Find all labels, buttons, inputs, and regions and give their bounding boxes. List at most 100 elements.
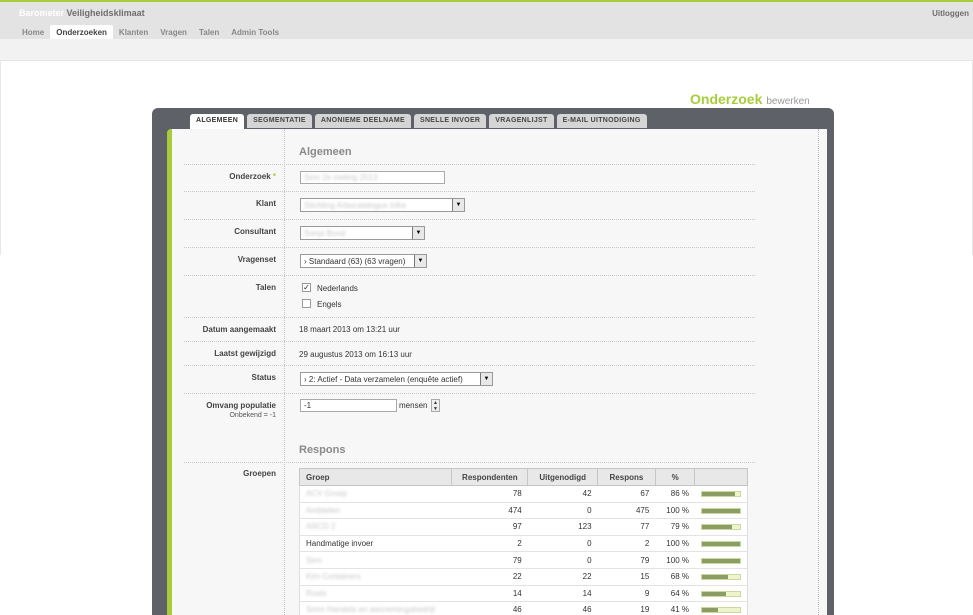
cell-respondents: 97 (451, 518, 528, 536)
cell-bar (694, 568, 748, 586)
response-bar (700, 574, 741, 581)
chevron-down-icon: ▼ (452, 199, 464, 211)
tab-algemeen[interactable]: ALGEMEEN (190, 114, 245, 129)
checkbox-nederlands[interactable]: ✓ (302, 283, 311, 292)
cell-respondents: 78 (451, 485, 528, 503)
cell-percentage: 86 % (655, 485, 695, 503)
group-name: Roels (306, 588, 327, 598)
col-percentage[interactable]: % (654, 468, 696, 486)
response-bar-fill (701, 575, 728, 580)
vragenset-value: › Standaard (63) (63 vragen) (304, 257, 406, 266)
cell-respondents: 14 (451, 585, 528, 603)
brand-part-1: Barometer (19, 8, 65, 18)
col-uitgenodigd[interactable]: Uitgenodigd (527, 468, 599, 486)
table-row[interactable]: ARCD 2 97 123 77 79 % (298, 518, 748, 536)
row-separator (184, 462, 755, 463)
table-row[interactable]: Kim Containers 22 22 15 68 % (298, 568, 748, 586)
row-separator (184, 247, 755, 248)
row-separator (184, 317, 755, 318)
response-bar (700, 590, 741, 597)
tab-anonieme-deelname[interactable]: ANONIEME DEELNAME (314, 114, 411, 128)
consultant-select[interactable]: Sonja Bond ▼ (300, 226, 425, 240)
response-bar-fill (701, 541, 740, 546)
section-title-general: Algemeen (299, 146, 352, 158)
onderzoek-label: Onderzoek * (180, 172, 276, 181)
population-hint: Onbekend = -1 (229, 412, 276, 419)
cell-invited: 42 (527, 485, 598, 503)
cell-percentage: 41 % (655, 601, 695, 615)
cell-percentage: 79 % (655, 518, 695, 536)
vragenset-select[interactable]: › Standaard (63) (63 vragen) ▼ (300, 254, 427, 268)
table-row[interactable]: ACV Groep 78 42 67 86 % (298, 485, 748, 503)
logout-link[interactable]: Uitloggen (932, 9, 969, 18)
cell-percentage: 68 % (655, 568, 695, 586)
tab-vragenlijst[interactable]: VRAGENLIJST (489, 114, 554, 128)
cell-respondents: 2 (451, 535, 528, 553)
page-title: Onderzoek bewerken (690, 91, 810, 107)
cell-invited: 0 (527, 535, 598, 553)
klant-value: Stichting Arbocatalogus Infra (304, 201, 406, 210)
created-value: 18 maart 2013 om 13:21 uur (299, 325, 400, 334)
tab-email-uitnodiging[interactable]: E-MAIL UITNODIGING (556, 114, 647, 128)
required-mark: * (272, 172, 276, 181)
app-brand[interactable]: Barometer Veiligheidsklimaat (19, 8, 145, 18)
response-bar-fill (701, 525, 732, 530)
modified-label: Laatst gewijzigd (214, 349, 276, 358)
cell-response: 67 (597, 485, 656, 503)
group-name: Sinn (306, 555, 323, 565)
table-row[interactable]: Handmatige invoer 2 0 2 100 % (298, 535, 748, 553)
col-respondenten[interactable]: Respondenten (451, 468, 529, 486)
col-respons[interactable]: Respons (597, 468, 656, 486)
spinner-icon[interactable]: ▲ ▼ (431, 399, 440, 412)
cell-response: 79 (597, 551, 656, 569)
response-bar (700, 607, 741, 614)
cell-invited: 0 (527, 551, 598, 569)
cell-group: Handmatige invoer (298, 535, 452, 553)
created-label: Datum aangemaakt (202, 325, 276, 334)
status-select[interactable]: › 2: Actief - Data verzamelen (enquête a… (300, 372, 493, 386)
population-label: Omvang populatie (206, 401, 276, 410)
table-row[interactable]: Sinn 79 0 79 100 % (298, 551, 748, 569)
cell-respondents: 46 (451, 601, 528, 615)
cell-group: Roels (298, 585, 452, 603)
response-bar (700, 540, 741, 547)
cell-bar (694, 518, 748, 536)
table-row[interactable]: Ambtelen 474 0 475 100 % (298, 502, 748, 520)
cell-bar (694, 551, 748, 569)
chevron-down-icon: ▼ (414, 255, 426, 267)
col-groep[interactable]: Groep (298, 468, 453, 486)
top-header: Barometer Veiligheidsklimaat Uitloggen H… (0, 0, 973, 41)
cell-group: Smm Handels en aannemingsbedrijf (298, 601, 452, 615)
groups-table: Groep Respondenten Uitgenodigd Respons %… (298, 468, 748, 615)
cell-bar (694, 535, 748, 553)
cell-invited: 14 (527, 585, 598, 603)
tab-segmentatie[interactable]: SEGMENTATIE (247, 114, 312, 128)
row-separator (184, 393, 755, 394)
table-row[interactable]: Smm Handels en aannemingsbedrijf 46 46 1… (298, 601, 748, 615)
row-separator (184, 341, 755, 342)
onderzoek-name-input[interactable]: Sinn 2e meting 2013 (300, 171, 445, 184)
consultant-value: Sonja Bond (304, 229, 346, 238)
cell-group: Sinn (298, 551, 452, 569)
row-separator (184, 275, 755, 276)
cell-group: Ambtelen (298, 502, 452, 520)
tab-snelle-invoer[interactable]: SNELLE INVOER (413, 114, 487, 128)
response-bar-fill (701, 608, 718, 613)
cell-percentage: 100 % (655, 535, 695, 553)
cell-respondents: 474 (451, 502, 528, 520)
consultant-label: Consultant (234, 227, 276, 236)
cell-respondents: 79 (451, 551, 528, 569)
cell-invited: 22 (527, 568, 598, 586)
group-name: ACV Groep (306, 489, 347, 499)
cell-bar (694, 502, 748, 520)
klant-select[interactable]: Stichting Arbocatalogus Infra ▼ (300, 198, 465, 212)
table-row[interactable]: Roels 14 14 9 64 % (298, 585, 748, 603)
response-bar-fill (701, 508, 740, 513)
cell-invited: 123 (527, 518, 598, 536)
response-bar-fill (701, 558, 740, 563)
checkbox-engels[interactable] (302, 299, 311, 308)
sub-bar (0, 39, 973, 61)
row-separator (184, 365, 755, 366)
population-input[interactable]: -1 (300, 399, 397, 412)
row-separator (184, 219, 755, 220)
